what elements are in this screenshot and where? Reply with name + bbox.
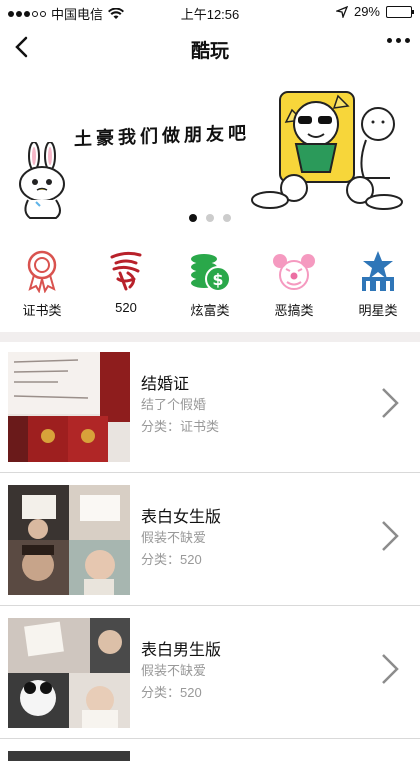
item-title: 表白女生版 [141,509,222,526]
banner-page-indicator[interactable] [0,214,420,222]
love-calligraphy-icon [103,248,149,294]
category-certificate[interactable]: 证书类 [2,248,82,328]
promo-banner[interactable]: 土豪我们做朋友吧 [0,72,420,232]
award-ribbon-icon [19,248,65,294]
battery-percent: 29% [353,4,380,19]
item-title: 结婚证 [141,376,190,393]
svg-text:$: $ [212,270,223,289]
chevron-right-icon [382,388,399,418]
battery-icon [386,5,414,18]
clown-face-icon [271,248,317,294]
page-title: 酷玩 [190,41,229,62]
list-item[interactable] [0,741,420,761]
list-item[interactable]: 表白男生版 假装不缺爱 分类：520 [0,608,420,739]
confession-boy-thumbnail [8,618,130,728]
category-label: 炫富类 [190,303,230,318]
category-label: 证书类 [22,303,62,318]
category-wealth[interactable]: $ 炫富类 [170,248,250,328]
next-item-thumbnail [8,751,130,761]
star-building-icon [355,248,401,294]
item-category: 分类：520 [141,685,202,700]
category-label: 明星类 [358,303,398,318]
item-list: 结婚证 结了个假婚 分类：证书类 表白女生版 假装不缺爱 分类：520 表白男生… [0,342,420,761]
location-arrow-icon [335,5,348,18]
category-prank[interactable]: 恶搞类 [254,248,334,328]
status-bar: 中国电信 上午12:56 29% [0,0,420,24]
category-celebrity[interactable]: 明星类 [338,248,418,328]
category-bar: 证书类 520 $ 炫富类 恶搞类 明星类 [0,248,420,328]
nav-bar: 酷玩 [0,24,420,72]
item-title: 表白男生版 [141,642,222,659]
indicator-dot[interactable] [223,214,231,222]
category-label: 恶搞类 [274,303,314,318]
money-coins-icon: $ [187,248,233,294]
chevron-right-icon [382,521,399,551]
more-options-icon[interactable] [387,38,410,43]
section-divider [0,332,420,342]
chevron-right-icon [382,654,399,684]
item-subtitle: 假装不缺爱 [141,530,207,545]
rich-gang-sticker-icon [251,91,403,210]
item-category: 分类：520 [141,552,202,567]
list-item[interactable]: 结婚证 结了个假婚 分类：证书类 [0,342,420,473]
indicator-dot[interactable] [189,214,197,222]
category-520[interactable]: 520 [86,248,166,328]
item-subtitle: 结了个假婚 [141,397,207,412]
confession-girl-thumbnail [8,485,130,595]
marriage-certificate-thumbnail [8,352,130,462]
banner-slogan: 土豪我们做朋友吧 [74,122,250,150]
item-category: 分类：证书类 [141,419,220,434]
category-label: 520 [115,300,137,315]
bunny-sticker-icon [19,142,65,219]
item-subtitle: 假装不缺爱 [141,663,207,678]
indicator-dot[interactable] [206,214,214,222]
list-item[interactable]: 表白女生版 假装不缺爱 分类：520 [0,475,420,606]
